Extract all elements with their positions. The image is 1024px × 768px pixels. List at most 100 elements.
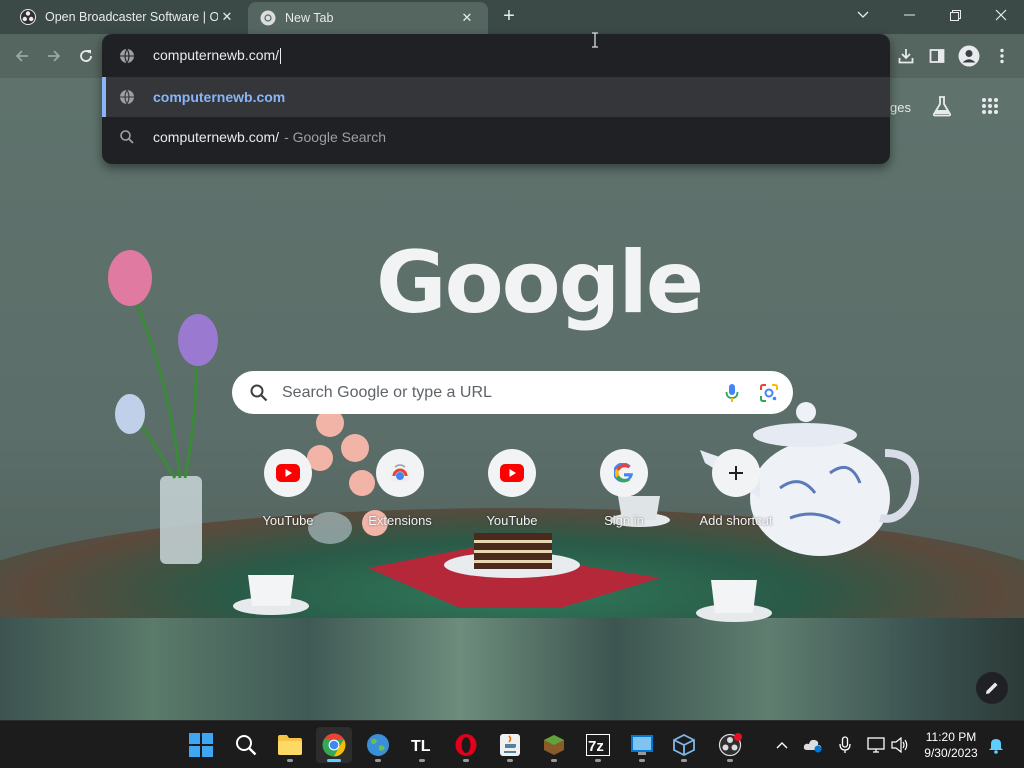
suggestion-suffix: - Google Search <box>284 129 387 145</box>
pencil-icon <box>986 682 998 694</box>
running-indicator <box>727 759 733 762</box>
running-indicator <box>507 759 513 762</box>
shortcut-label: Extensions <box>368 513 432 528</box>
search-icon <box>250 384 268 401</box>
taskbar-minecraft[interactable] <box>536 727 572 763</box>
shortcut-tile[interactable]: YouTube <box>456 449 568 535</box>
tab-search-button[interactable] <box>840 0 886 30</box>
tab-new-tab[interactable]: New Tab ✕ <box>248 2 488 34</box>
omnibox-suggestion[interactable]: computernewb.com/ - Google Search <box>102 117 890 157</box>
network-tray-icon[interactable] <box>866 735 886 755</box>
voice-search-button[interactable] <box>725 383 739 403</box>
running-indicator <box>595 759 601 762</box>
taskbar-clock[interactable]: 11:20 PM 9/30/2023 <box>916 729 986 761</box>
arrow-left-icon <box>15 50 28 62</box>
volume-tray-icon[interactable] <box>890 735 910 755</box>
youtube-icon <box>276 464 300 482</box>
shortcut-icon-circle <box>712 449 760 497</box>
youtube-icon <box>500 464 524 482</box>
shortcut-icon-circle <box>264 449 312 497</box>
taskbar-java[interactable] <box>492 727 528 763</box>
labs-button[interactable] <box>926 90 958 122</box>
close-icon[interactable]: ✕ <box>458 9 476 27</box>
close-window-button[interactable] <box>978 0 1024 30</box>
microphone-icon <box>839 736 851 753</box>
omnibox-input[interactable]: computernewb.com/ <box>102 34 890 77</box>
tab-obs[interactable]: Open Broadcaster Software | OBS ✕ <box>8 0 248 34</box>
images-link[interactable]: ges <box>890 100 911 115</box>
profile-button[interactable] <box>955 42 983 70</box>
shortcut-tile[interactable]: Extensions <box>344 449 456 535</box>
omnibox-dropdown: computernewb.com/ computernewb.com compu… <box>102 34 890 164</box>
chrome-icon <box>260 10 276 26</box>
reload-button[interactable] <box>72 42 100 70</box>
notifications-button[interactable] <box>986 735 1006 755</box>
side-panel-button[interactable] <box>923 42 951 70</box>
omnibox-suggestion[interactable]: computernewb.com <box>102 77 890 117</box>
7zip-icon: 7z <box>586 734 610 756</box>
kebab-menu-icon <box>1000 48 1004 64</box>
running-indicator <box>463 759 469 762</box>
omnibox-typed-value: computernewb.com/ <box>153 46 280 63</box>
omnibox-text: computernewb.com/ <box>153 46 282 65</box>
downloads-button[interactable] <box>892 42 920 70</box>
minimize-button[interactable] <box>886 0 932 30</box>
side-panel-icon <box>929 49 945 63</box>
shortcut-label: Sign in <box>604 513 644 528</box>
chrome-web-store-icon <box>390 464 410 482</box>
taskbar-file-explorer[interactable] <box>272 727 308 763</box>
chevron-down-icon <box>857 11 869 18</box>
shortcut-icon-circle <box>488 449 536 497</box>
running-indicator <box>551 759 557 762</box>
grass-block-icon <box>544 735 564 755</box>
menu-button[interactable] <box>988 42 1016 70</box>
earth-icon <box>367 734 389 756</box>
chevron-up-icon <box>776 742 788 749</box>
shortcut-label: YouTube <box>262 513 314 528</box>
shortcut-tile[interactable]: YouTube <box>232 449 344 535</box>
opera-icon <box>455 734 477 756</box>
shortcut-icon-circle <box>600 449 648 497</box>
ntp-search-box[interactable]: Search Google or type a URL <box>232 371 793 414</box>
forward-button[interactable] <box>40 42 68 70</box>
taskbar-earth-app[interactable] <box>360 727 396 763</box>
taskbar-search-button[interactable] <box>228 727 264 763</box>
shortcut-tile[interactable]: Sign in <box>568 449 680 535</box>
browser-window: Open Broadcaster Software | OBS ✕ New Ta… <box>0 0 1024 768</box>
arrow-right-icon <box>48 50 61 62</box>
speaker-icon <box>891 737 908 753</box>
start-button[interactable] <box>183 727 219 763</box>
network-icon <box>867 737 885 753</box>
bell-icon <box>989 739 1003 754</box>
taskbar-chrome[interactable] <box>316 727 352 763</box>
microphone-icon <box>725 383 739 402</box>
tab-title: New Tab <box>285 11 334 25</box>
taskbar-remote-desktop[interactable] <box>624 727 660 763</box>
search-icon <box>236 735 257 756</box>
show-hidden-icons-button[interactable] <box>772 735 792 755</box>
new-tab-button[interactable]: + <box>498 6 520 28</box>
onedrive-tray-icon[interactable] <box>803 735 823 755</box>
globe-icon <box>120 48 134 64</box>
back-button[interactable] <box>8 42 36 70</box>
microphone-tray-icon[interactable] <box>835 735 855 755</box>
taskbar-obs[interactable] <box>712 727 748 763</box>
search-placeholder: Search Google or type a URL <box>282 383 492 401</box>
customize-chrome-button[interactable] <box>976 672 1008 704</box>
close-icon[interactable]: ✕ <box>218 8 236 26</box>
taskbar-tl-app[interactable]: TL <box>404 727 440 763</box>
taskbar-opera[interactable] <box>448 727 484 763</box>
taskbar-7zip[interactable]: 7z <box>580 727 616 763</box>
google-apps-button[interactable] <box>974 90 1006 122</box>
restore-button[interactable] <box>932 0 978 30</box>
taskbar-virtualbox[interactable] <box>666 727 702 763</box>
suggestion-text: computernewb.com <box>153 89 286 105</box>
tl-icon: TL <box>411 738 431 755</box>
lens-search-button[interactable] <box>759 383 779 403</box>
tab-strip: Open Broadcaster Software | OBS ✕ New Ta… <box>0 0 1024 34</box>
add-shortcut-tile[interactable]: Add shortcut <box>680 449 792 535</box>
google-logo: Google <box>376 233 704 333</box>
running-indicator <box>681 759 687 762</box>
svg-text:TL: TL <box>411 738 431 755</box>
shortcut-icon-circle <box>376 449 424 497</box>
